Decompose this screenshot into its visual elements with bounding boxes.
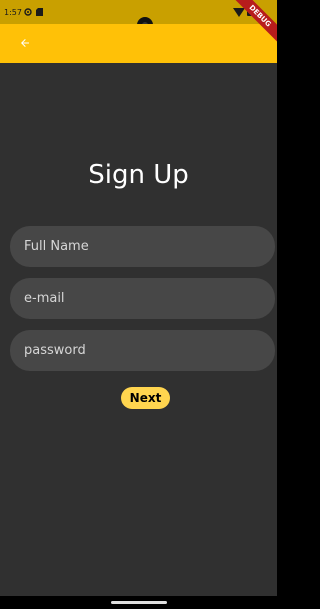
password-field[interactable] [10, 330, 275, 371]
page-title: Sign Up [88, 160, 189, 190]
email-field[interactable] [10, 278, 275, 319]
sd-card-icon [36, 8, 43, 18]
status-time: 1:57 [4, 8, 22, 17]
home-indicator[interactable] [111, 601, 167, 604]
next-button[interactable]: Next [121, 387, 170, 409]
sync-icon [24, 8, 32, 18]
arrow-back-icon [21, 39, 29, 47]
app-bar [0, 24, 277, 63]
back-button[interactable] [8, 26, 42, 60]
wifi-icon [233, 8, 245, 17]
full-name-field[interactable] [10, 226, 275, 267]
navigation-bar [0, 596, 277, 609]
sign-up-screen: 1:57 DEBUG Sign Up Next [0, 0, 277, 609]
